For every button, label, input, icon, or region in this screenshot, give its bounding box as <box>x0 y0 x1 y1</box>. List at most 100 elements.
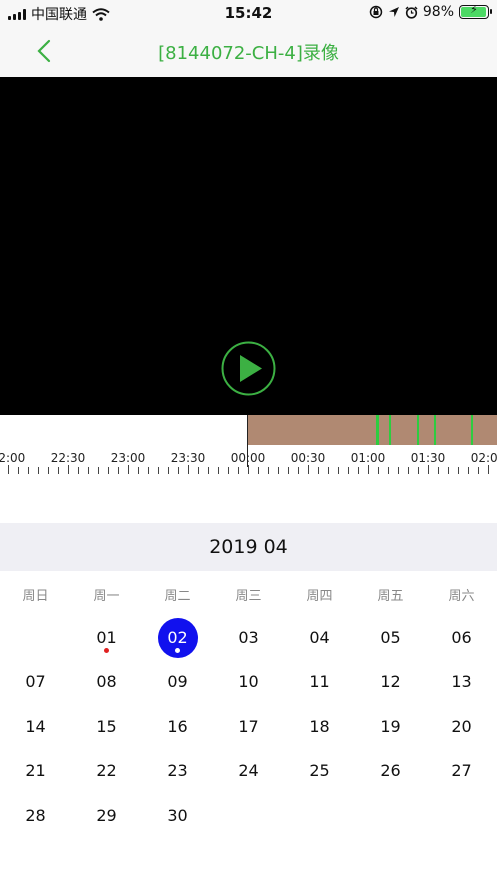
calendar-day[interactable]: 24 <box>213 749 284 793</box>
timeline-tick <box>228 467 229 474</box>
calendar-day[interactable]: 12 <box>355 660 426 704</box>
timeline-tick <box>348 467 349 474</box>
event-marker <box>376 415 379 445</box>
timeline-tick <box>488 465 489 474</box>
timeline-tick <box>28 467 29 474</box>
time-label: 22:30 <box>50 451 86 465</box>
calendar-day[interactable]: 15 <box>71 705 142 749</box>
battery-icon: ⚡ <box>459 3 492 19</box>
weekday-label: 周四 <box>306 589 333 604</box>
timeline-tick <box>428 465 429 474</box>
time-label: 00:30 <box>290 451 326 465</box>
timeline-tick <box>268 467 269 474</box>
play-button[interactable] <box>220 340 277 397</box>
calendar-day[interactable]: 23 <box>142 749 213 793</box>
nav-bar: [8144072-CH-4]录像 <box>0 26 497 77</box>
timeline-tick <box>178 467 179 474</box>
timeline-tick <box>98 467 99 474</box>
timeline-tick <box>8 465 9 474</box>
timeline-tick <box>288 467 289 474</box>
calendar-day[interactable]: 11 <box>284 660 355 704</box>
calendar-day[interactable]: 02 <box>142 616 213 660</box>
recording-dot <box>104 648 109 653</box>
time-label: 00:00 <box>230 451 266 465</box>
time-label: 23:30 <box>170 451 206 465</box>
timeline-tick <box>338 467 339 474</box>
time-label: 02:00 <box>470 451 497 465</box>
timeline-tick <box>358 467 359 474</box>
calendar-day[interactable]: 16 <box>142 705 213 749</box>
recording-dot <box>175 648 180 653</box>
timeline-tick <box>468 467 469 474</box>
calendar-day[interactable]: 01 <box>71 616 142 660</box>
calendar-day[interactable]: 29 <box>71 794 142 838</box>
calendar-day[interactable]: 26 <box>355 749 426 793</box>
play-icon <box>221 341 276 396</box>
timeline-tick <box>208 467 209 474</box>
calendar-day[interactable]: 06 <box>426 616 497 660</box>
timeline-tick <box>318 467 319 474</box>
calendar-day[interactable]: 27 <box>426 749 497 793</box>
timeline-tick <box>418 467 419 474</box>
timeline-tick <box>258 467 259 474</box>
time-label: 22:00 <box>0 451 26 465</box>
calendar-day[interactable]: 19 <box>355 705 426 749</box>
time-label: 01:30 <box>410 451 446 465</box>
calendar-day[interactable]: 22 <box>71 749 142 793</box>
status-right: 98% ⚡ <box>369 3 492 20</box>
calendar-day[interactable]: 20 <box>426 705 497 749</box>
calendar-day[interactable]: 04 <box>284 616 355 660</box>
calendar-day[interactable]: 18 <box>284 705 355 749</box>
timeline-tick <box>378 467 379 474</box>
timeline-tick <box>398 467 399 474</box>
weekday-label: 周二 <box>164 589 191 604</box>
timeline-tick <box>238 467 239 474</box>
time-label: 23:00 <box>110 451 146 465</box>
weekday-label: 周六 <box>448 589 475 604</box>
calendar-day[interactable]: 30 <box>142 794 213 838</box>
calendar-day[interactable]: 08 <box>71 660 142 704</box>
calendar-day[interactable]: 09 <box>142 660 213 704</box>
calendar-day[interactable]: 17 <box>213 705 284 749</box>
calendar-day[interactable]: 25 <box>284 749 355 793</box>
timeline-tick <box>118 467 119 474</box>
timeline-tick <box>48 467 49 474</box>
timeline-tick <box>38 467 39 474</box>
orientation-lock-icon <box>369 5 383 19</box>
timeline-tick <box>248 465 249 474</box>
calendar-day[interactable]: 21 <box>0 749 71 793</box>
event-marker <box>389 415 391 445</box>
weekday-label: 周五 <box>377 589 404 604</box>
recording-segment[interactable] <box>248 415 497 445</box>
status-bar: 中国联通 15:42 98% ⚡ <box>0 0 497 26</box>
timeline-tick <box>128 465 129 474</box>
calendar-day[interactable]: 10 <box>213 660 284 704</box>
calendar-day[interactable]: 28 <box>0 794 71 838</box>
video-player[interactable] <box>0 77 497 415</box>
timeline-tick <box>298 467 299 474</box>
timeline-tick <box>68 465 69 474</box>
timeline-tick <box>58 467 59 474</box>
calendar-day[interactable]: 14 <box>0 705 71 749</box>
timeline-tick <box>158 467 159 474</box>
calendar-day[interactable]: 03 <box>213 616 284 660</box>
timeline-tick <box>308 465 309 474</box>
calendar-day[interactable]: 07 <box>0 660 71 704</box>
page-title: [8144072-CH-4]录像 <box>158 43 339 64</box>
timeline-tick <box>458 467 459 474</box>
timeline-tick <box>78 467 79 474</box>
weekday-label: 周一 <box>93 589 120 604</box>
timeline-tick <box>478 467 479 474</box>
location-icon <box>388 7 399 17</box>
timeline-tick <box>368 465 369 474</box>
weekday-label: 周三 <box>235 589 262 604</box>
timeline-tick <box>388 467 389 474</box>
playback-timeline[interactable]: 22:00 22:30 23:00 23:30 00:00 00:30 01:0… <box>0 415 497 477</box>
event-marker <box>434 415 436 445</box>
time-label: 01:00 <box>350 451 386 465</box>
timeline-tick <box>328 467 329 474</box>
timeline-tick <box>138 467 139 474</box>
timeline-tick <box>278 467 279 474</box>
calendar-day[interactable]: 13 <box>426 660 497 704</box>
calendar-day[interactable]: 05 <box>355 616 426 660</box>
